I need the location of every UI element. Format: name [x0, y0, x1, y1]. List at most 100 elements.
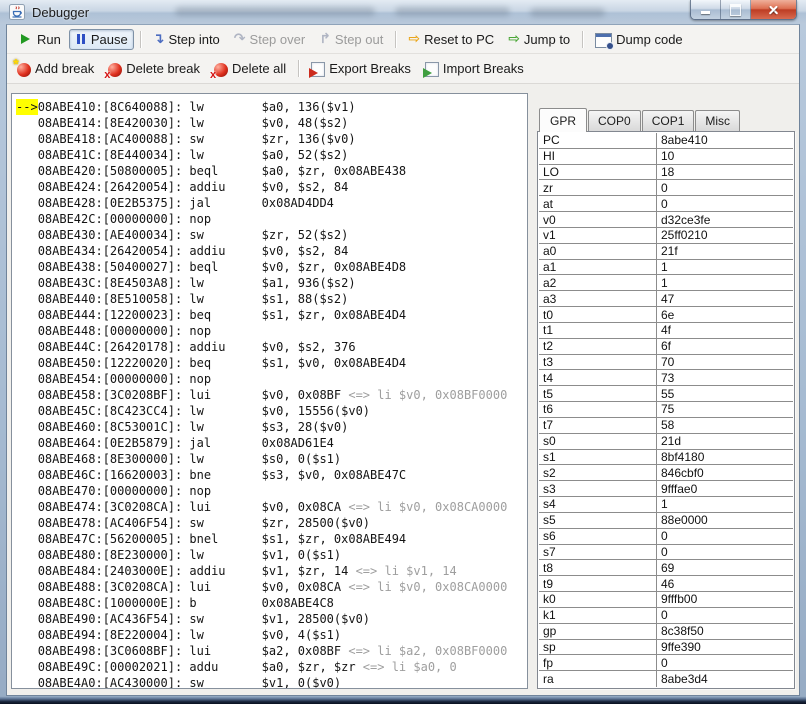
disasm-line[interactable]: 08ABE474:[3C0208CA]: lui $v0, 0x08CA <=>… [16, 499, 527, 515]
register-row: ra8abe3d4 [539, 671, 793, 687]
minimize-button[interactable] [691, 0, 721, 19]
disasm-line[interactable]: 08ABE480:[8E230000]: lw $v1, 0($s1) [16, 547, 527, 563]
register-value[interactable]: 1 [657, 497, 793, 512]
marker-gutter [16, 179, 38, 195]
register-value[interactable]: 8abe3d4 [657, 671, 793, 687]
disasm-line[interactable]: 08ABE414:[8E420030]: lw $v0, 48($s2) [16, 115, 527, 131]
register-value[interactable]: 846cbf0 [657, 465, 793, 480]
reset-to-pc-button[interactable]: ⇨Reset to PC [402, 29, 500, 50]
disasm-line[interactable]: 08ABE45C:[8C423CC4]: lw $v0, 15556($v0) [16, 403, 527, 419]
tab-gpr[interactable]: GPR [539, 108, 587, 132]
import-breaks-button[interactable]: Import Breaks [419, 58, 530, 79]
register-value[interactable]: 73 [657, 370, 793, 385]
disasm-line[interactable]: 08ABE440:[8E510058]: lw $s1, 88($s2) [16, 291, 527, 307]
register-value[interactable]: 9fffb00 [657, 592, 793, 607]
tab-cop0[interactable]: COP0 [588, 110, 641, 131]
disasm-line[interactable]: 08ABE428:[0E2B5375]: jal 0x08AD4DD4 [16, 195, 527, 211]
register-value[interactable]: d32ce3fe [657, 212, 793, 227]
close-button[interactable] [751, 0, 796, 19]
run-button[interactable]: Run [11, 29, 67, 50]
disasm-line[interactable]: 08ABE420:[50800005]: beql $a0, $zr, 0x08… [16, 163, 527, 179]
disasm-line[interactable]: 08ABE478:[AC406F54]: sw $zr, 28500($v0) [16, 515, 527, 531]
register-value[interactable]: 0 [657, 529, 793, 544]
register-value[interactable]: 75 [657, 402, 793, 417]
disasm-line[interactable]: 08ABE460:[8C53001C]: lw $s3, 28($v0) [16, 419, 527, 435]
register-value[interactable]: 88e0000 [657, 513, 793, 528]
disasm-line[interactable]: 08ABE4A0:[AC430000]: sw $v1, 0($v0) [16, 675, 527, 689]
disasm-line[interactable]: 08ABE470:[00000000]: nop [16, 483, 527, 499]
debugger-window: Debugger RunPause↴Step into↷Step over↱St… [0, 0, 806, 704]
register-value[interactable]: 6e [657, 307, 793, 322]
register-value[interactable]: 70 [657, 355, 793, 370]
disassembly-panel[interactable]: -->08ABE410:[8C640088]: lw $a0, 136($v1)… [11, 93, 528, 689]
disasm-line[interactable]: 08ABE464:[0E2B5879]: jal 0x08AD61E4 [16, 435, 527, 451]
marker-gutter [16, 435, 38, 451]
disasm-line[interactable]: 08ABE49C:[00002021]: addu $a0, $zr, $zr … [16, 659, 527, 675]
disasm-line[interactable]: 08ABE454:[00000000]: nop [16, 371, 527, 387]
register-value[interactable]: 0 [657, 180, 793, 195]
register-value[interactable]: 18 [657, 165, 793, 180]
java-app-icon [9, 4, 25, 20]
disasm-line[interactable]: -->08ABE410:[8C640088]: lw $a0, 136($v1) [16, 99, 527, 115]
register-value[interactable]: 1 [657, 260, 793, 275]
tab-misc[interactable]: Misc [695, 110, 740, 131]
disasm-line[interactable]: 08ABE44C:[26420178]: addiu $v0, $s2, 376 [16, 339, 527, 355]
disasm-line[interactable]: 08ABE494:[8E220004]: lw $v0, 4($s1) [16, 627, 527, 643]
register-value[interactable]: 8abe410 [657, 133, 793, 148]
register-value[interactable]: 0 [657, 655, 793, 670]
disasm-line[interactable]: 08ABE434:[26420054]: addiu $v0, $s2, 84 [16, 243, 527, 259]
dump-code-button[interactable]: Dump code [589, 29, 688, 50]
register-value[interactable]: 25ff0210 [657, 228, 793, 243]
disasm-line[interactable]: 08ABE42C:[00000000]: nop [16, 211, 527, 227]
disasm-line[interactable]: 08ABE488:[3C0208CA]: lui $v0, 0x08CA <=>… [16, 579, 527, 595]
add-break-button[interactable]: Add break [11, 58, 100, 79]
disasm-line[interactable]: 08ABE424:[26420054]: addiu $v0, $s2, 84 [16, 179, 527, 195]
register-value[interactable]: 9fffae0 [657, 481, 793, 496]
export-breaks-button[interactable]: Export Breaks [305, 58, 417, 79]
step-into-button[interactable]: ↴Step into [147, 29, 226, 50]
disasm-line[interactable]: 08ABE450:[12220020]: beq $s1, $v0, 0x08A… [16, 355, 527, 371]
register-value[interactable]: 21f [657, 244, 793, 259]
register-value[interactable]: 46 [657, 576, 793, 591]
disasm-line[interactable]: 08ABE490:[AC436F54]: sw $v1, 28500($v0) [16, 611, 527, 627]
disasm-line[interactable]: 08ABE47C:[56200005]: bnel $s1, $zr, 0x08… [16, 531, 527, 547]
register-value[interactable]: 6f [657, 339, 793, 354]
register-value[interactable]: 0 [657, 545, 793, 560]
register-value[interactable]: 4f [657, 323, 793, 338]
disasm-instruction: 08ABE478:[AC406F54]: sw $zr, 28500($v0) [38, 516, 370, 530]
register-value[interactable]: 8bf4180 [657, 450, 793, 465]
register-value[interactable]: 9ffe390 [657, 640, 793, 655]
register-value[interactable]: 8c38f50 [657, 624, 793, 639]
disasm-line[interactable]: 08ABE46C:[16620003]: bne $s3, $v0, 0x08A… [16, 467, 527, 483]
delete-all-button[interactable]: Delete all [208, 58, 292, 79]
register-value[interactable]: 69 [657, 560, 793, 575]
disasm-line[interactable]: 08ABE418:[AC400088]: sw $zr, 136($v0) [16, 131, 527, 147]
disasm-line[interactable]: 08ABE484:[2403000E]: addiu $v1, $zr, 14 … [16, 563, 527, 579]
register-value[interactable]: 21d [657, 434, 793, 449]
disasm-line[interactable]: 08ABE498:[3C0608BF]: lui $a2, 0x08BF <=>… [16, 643, 527, 659]
disasm-line[interactable]: 08ABE448:[00000000]: nop [16, 323, 527, 339]
disasm-line[interactable]: 08ABE48C:[1000000E]: b 0x08ABE4C8 [16, 595, 527, 611]
titlebar[interactable]: Debugger [0, 0, 806, 24]
jump-to-button[interactable]: ⇨Jump to [502, 29, 576, 50]
register-value[interactable]: 10 [657, 149, 793, 164]
disasm-line[interactable]: 08ABE43C:[8E4503A8]: lw $a1, 936($s2) [16, 275, 527, 291]
pause-button[interactable]: Pause [69, 29, 134, 50]
disasm-line[interactable]: 08ABE430:[AE400034]: sw $zr, 52($s2) [16, 227, 527, 243]
maximize-button[interactable] [721, 0, 751, 19]
disasm-line[interactable]: 08ABE468:[8E300000]: lw $s0, 0($s1) [16, 451, 527, 467]
delete-break-button[interactable]: Delete break [102, 58, 206, 79]
register-value[interactable]: 58 [657, 418, 793, 433]
register-value[interactable]: 55 [657, 386, 793, 401]
disasm-line[interactable]: 08ABE458:[3C0208BF]: lui $v0, 0x08BF <=>… [16, 387, 527, 403]
register-value[interactable]: 47 [657, 291, 793, 306]
register-value[interactable]: 0 [657, 608, 793, 623]
disasm-line[interactable]: 08ABE444:[12200023]: beq $s1, $zr, 0x08A… [16, 307, 527, 323]
breakpoints-toolbar: Add breakDelete breakDelete all Export Br… [7, 54, 799, 84]
register-value[interactable]: 1 [657, 275, 793, 290]
register-row: a021f [539, 244, 793, 260]
tab-cop1[interactable]: COP1 [642, 110, 695, 131]
disasm-line[interactable]: 08ABE41C:[8E440034]: lw $a0, 52($s2) [16, 147, 527, 163]
register-value[interactable]: 0 [657, 196, 793, 211]
disasm-line[interactable]: 08ABE438:[50400027]: beql $v0, $zr, 0x08… [16, 259, 527, 275]
